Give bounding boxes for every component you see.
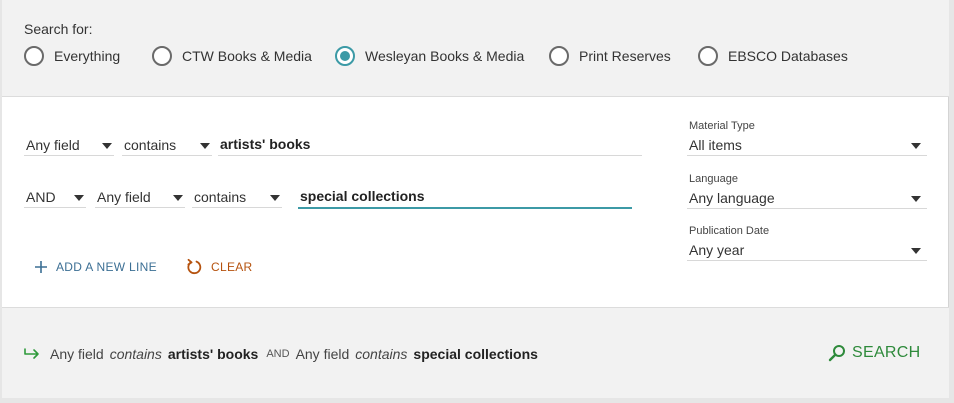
scope-radio-label: Everything bbox=[54, 48, 121, 64]
arrow-right-icon bbox=[24, 348, 40, 360]
clear-label: CLEAR bbox=[211, 260, 253, 274]
chevron-down-icon bbox=[911, 196, 921, 202]
material-type-filter: Material Type All items bbox=[687, 120, 927, 160]
row2-operator-select[interactable]: AND bbox=[24, 186, 86, 208]
language-filter: Language Any language bbox=[687, 173, 927, 213]
row2-condition-value: contains bbox=[194, 189, 247, 205]
summary-operator: AND bbox=[266, 348, 290, 360]
row2-field-value: Any field bbox=[97, 189, 151, 205]
clear-button[interactable]: CLEAR bbox=[185, 257, 253, 277]
row2-operator-value: AND bbox=[26, 189, 56, 205]
publication-date-filter: Publication Date Any year bbox=[687, 225, 927, 265]
summary-field-2: Any field bbox=[295, 346, 350, 362]
row2-condition-select[interactable]: contains bbox=[192, 186, 282, 208]
scope-radio-label: Wesleyan Books & Media bbox=[365, 48, 525, 64]
search-button[interactable]: SEARCH bbox=[828, 342, 920, 364]
chevron-down-icon bbox=[911, 248, 921, 254]
add-new-line-button[interactable]: ADD A NEW LINE bbox=[34, 257, 157, 277]
language-value: Any language bbox=[689, 190, 775, 206]
plus-icon bbox=[35, 261, 47, 273]
scope-radio-label: EBSCO Databases bbox=[728, 48, 848, 64]
publication-date-label: Publication Date bbox=[689, 225, 770, 237]
chevron-down-icon bbox=[173, 195, 183, 201]
language-select[interactable]: Any language bbox=[687, 187, 927, 209]
radio-selected-icon bbox=[335, 46, 355, 66]
chevron-down-icon bbox=[74, 195, 84, 201]
scope-radio-label: Print Reserves bbox=[579, 48, 671, 64]
chevron-down-icon bbox=[102, 143, 112, 149]
summary-value-2: special collections bbox=[413, 346, 538, 362]
language-label: Language bbox=[689, 173, 738, 185]
radio-circle-icon bbox=[698, 46, 718, 66]
search-icon bbox=[828, 345, 845, 362]
summary-condition-1: contains bbox=[109, 346, 162, 362]
chevron-down-icon bbox=[270, 195, 280, 201]
chevron-down-icon bbox=[911, 143, 921, 149]
advanced-search-panel: Search for: Everything CTW Books & Media… bbox=[2, 0, 949, 398]
summary-condition-2: contains bbox=[355, 346, 408, 362]
query-summary: Any field contains artists' books AND An… bbox=[24, 344, 538, 364]
radio-circle-icon bbox=[549, 46, 569, 66]
scope-radio-ctw-books-media[interactable]: CTW Books & Media bbox=[152, 45, 312, 67]
scope-radio-wesleyan-books-media[interactable]: Wesleyan Books & Media bbox=[335, 45, 524, 67]
material-type-label: Material Type bbox=[689, 120, 755, 132]
query-summary-bar: Any field contains artists' books AND An… bbox=[2, 307, 949, 398]
row1-search-input[interactable] bbox=[218, 132, 642, 156]
publication-date-select[interactable]: Any year bbox=[687, 239, 927, 261]
scope-radio-everything[interactable]: Everything bbox=[24, 45, 120, 67]
row1-condition-value: contains bbox=[124, 137, 177, 153]
row1-field-select[interactable]: Any field bbox=[24, 134, 114, 156]
scope-radio-label: CTW Books & Media bbox=[182, 48, 312, 64]
radio-circle-icon bbox=[152, 46, 172, 66]
summary-value-1: artists' books bbox=[167, 346, 259, 362]
scope-radio-ebsco-databases[interactable]: EBSCO Databases bbox=[698, 45, 848, 67]
material-type-value: All items bbox=[689, 137, 742, 153]
row2-search-input[interactable] bbox=[298, 185, 632, 209]
search-button-label: SEARCH bbox=[852, 344, 921, 361]
add-new-line-label: ADD A NEW LINE bbox=[56, 260, 157, 274]
row1-field-value: Any field bbox=[26, 137, 80, 153]
reset-icon bbox=[187, 258, 202, 275]
search-scope-label: Search for: bbox=[24, 21, 93, 37]
row2-field-select[interactable]: Any field bbox=[95, 186, 185, 208]
material-type-select[interactable]: All items bbox=[687, 134, 927, 156]
chevron-down-icon bbox=[200, 143, 210, 149]
publication-date-value: Any year bbox=[689, 242, 745, 258]
search-scope-section: Search for: Everything CTW Books & Media… bbox=[2, 0, 949, 97]
summary-field-1: Any field bbox=[50, 346, 104, 362]
scope-radio-print-reserves[interactable]: Print Reserves bbox=[549, 45, 671, 67]
radio-circle-icon bbox=[24, 46, 44, 66]
row1-condition-select[interactable]: contains bbox=[122, 134, 212, 156]
